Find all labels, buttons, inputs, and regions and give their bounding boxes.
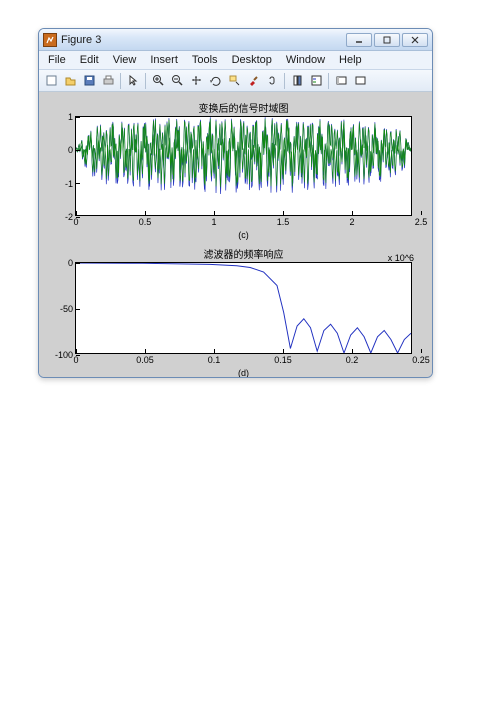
xtick-label: 0.2	[346, 355, 359, 365]
xtick-label: 0	[73, 355, 78, 365]
pointer-icon[interactable]	[124, 72, 142, 90]
menu-file[interactable]: File	[41, 53, 73, 67]
data-cursor-icon[interactable]	[225, 72, 243, 90]
zoom-out-icon[interactable]	[168, 72, 186, 90]
legend-icon[interactable]	[307, 72, 325, 90]
ytick-label: 0	[68, 258, 73, 268]
axes-bottom-xlabel: (d)	[75, 354, 412, 378]
xtick-label: 1.5	[277, 217, 290, 227]
xtick-label: 0.15	[274, 355, 292, 365]
menu-view[interactable]: View	[106, 53, 144, 67]
axes-top-xlabel: (c)	[75, 216, 412, 240]
ytick-label: -50	[60, 304, 73, 314]
brush-icon[interactable]	[244, 72, 262, 90]
filter-trace	[76, 263, 411, 353]
new-figure-icon[interactable]	[42, 72, 60, 90]
xtick-label: 1	[211, 217, 216, 227]
menu-help[interactable]: Help	[332, 53, 369, 67]
xtick-label: 0	[73, 217, 78, 227]
toolbar-separator	[284, 73, 285, 89]
open-icon[interactable]	[61, 72, 79, 90]
minimize-button[interactable]	[346, 33, 372, 47]
rotate-icon[interactable]	[206, 72, 224, 90]
xtick-label: 0.25	[412, 355, 430, 365]
zoom-in-icon[interactable]	[149, 72, 167, 90]
figure-canvas: 变换后的信号时域图 -2-10100.511.522.5 x 10^6 (c) …	[39, 92, 432, 377]
colorbar-icon[interactable]	[288, 72, 306, 90]
toolbar-separator	[120, 73, 121, 89]
ytick-label: -1	[65, 179, 73, 189]
hide-plot-tools-icon[interactable]	[351, 72, 369, 90]
ytick-label: 1	[68, 112, 73, 122]
save-icon[interactable]	[80, 72, 98, 90]
axes-bottom-title: 滤波器的频率响应	[75, 246, 412, 262]
ytick-label: 0	[68, 145, 73, 155]
window-title: Figure 3	[61, 34, 346, 46]
print-icon[interactable]	[99, 72, 117, 90]
toolbar	[39, 70, 432, 92]
ytick-label: -100	[55, 350, 73, 360]
axes-top-title: 变换后的信号时域图	[75, 100, 412, 116]
axes-top: 变换后的信号时域图 -2-10100.511.522.5 x 10^6 (c)	[75, 100, 412, 240]
menu-window[interactable]: Window	[279, 53, 332, 67]
signal-trace	[76, 117, 411, 215]
xtick-label: 0.05	[136, 355, 154, 365]
link-icon[interactable]	[263, 72, 281, 90]
ytick-label: -2	[65, 212, 73, 222]
menu-edit[interactable]: Edit	[73, 53, 106, 67]
menubar: File Edit View Insert Tools Desktop Wind…	[39, 51, 432, 70]
xtick-label: 0.1	[208, 355, 221, 365]
menu-tools[interactable]: Tools	[185, 53, 225, 67]
maximize-button[interactable]	[374, 33, 400, 47]
plot-tools-icon[interactable]	[332, 72, 350, 90]
xtick-label: 2.5	[415, 217, 428, 227]
axes-bottom: 滤波器的频率响应 -100-50000.050.10.150.20.25 (d)	[75, 246, 412, 378]
menu-insert[interactable]: Insert	[143, 53, 185, 67]
titlebar[interactable]: Figure 3	[39, 29, 432, 51]
figure-window: Figure 3 File Edit View Insert Tools Des…	[38, 28, 433, 378]
xtick-label: 0.5	[139, 217, 152, 227]
toolbar-separator	[145, 73, 146, 89]
menu-desktop[interactable]: Desktop	[225, 53, 279, 67]
xtick-label: 2	[349, 217, 354, 227]
pan-icon[interactable]	[187, 72, 205, 90]
toolbar-separator	[328, 73, 329, 89]
close-button[interactable]	[402, 33, 428, 47]
matlab-icon	[43, 33, 57, 47]
